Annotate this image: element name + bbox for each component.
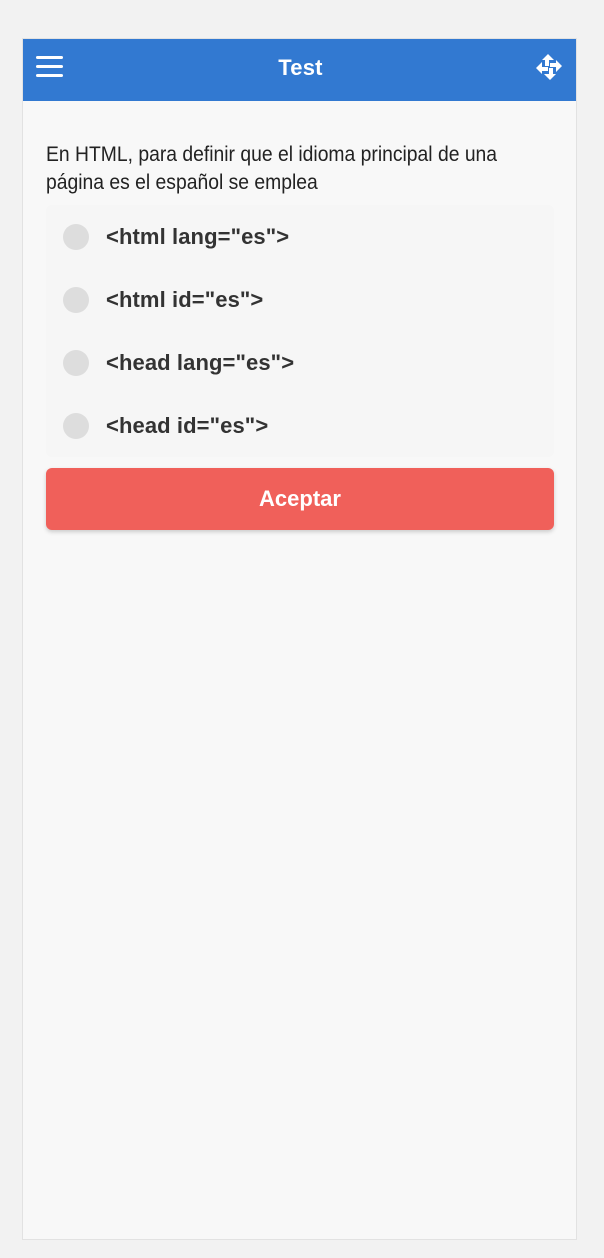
option-label: <html id="es"> bbox=[106, 286, 264, 312]
option-label: <head id="es"> bbox=[106, 412, 269, 438]
shuffle-button[interactable] bbox=[534, 52, 564, 82]
option-label: <html lang="es"> bbox=[106, 223, 290, 249]
radio-button[interactable] bbox=[63, 412, 89, 439]
answer-option[interactable]: <head lang="es"> bbox=[46, 331, 554, 394]
accept-button[interactable]: Aceptar bbox=[46, 468, 554, 530]
answer-options: <html lang="es"> <html id="es"> <head la… bbox=[46, 205, 554, 457]
radio-button[interactable] bbox=[63, 223, 89, 250]
radio-button[interactable] bbox=[63, 286, 89, 313]
page-title: Test bbox=[278, 55, 323, 80]
option-label: <head lang="es"> bbox=[106, 349, 295, 375]
answer-option[interactable]: <head id="es"> bbox=[46, 394, 554, 457]
question-text: En HTML, para definir que el idioma prin… bbox=[46, 143, 498, 194]
app-header: Test bbox=[23, 39, 576, 101]
answer-option[interactable]: <html id="es"> bbox=[46, 268, 554, 331]
radio-button[interactable] bbox=[63, 349, 89, 376]
answer-option[interactable]: <html lang="es"> bbox=[46, 205, 554, 268]
shuffle-icon bbox=[536, 54, 562, 80]
app-page: Test En HTML, para definir que el idioma… bbox=[22, 38, 577, 1240]
quiz-content: En HTML, para definir que el idioma prin… bbox=[46, 141, 554, 530]
